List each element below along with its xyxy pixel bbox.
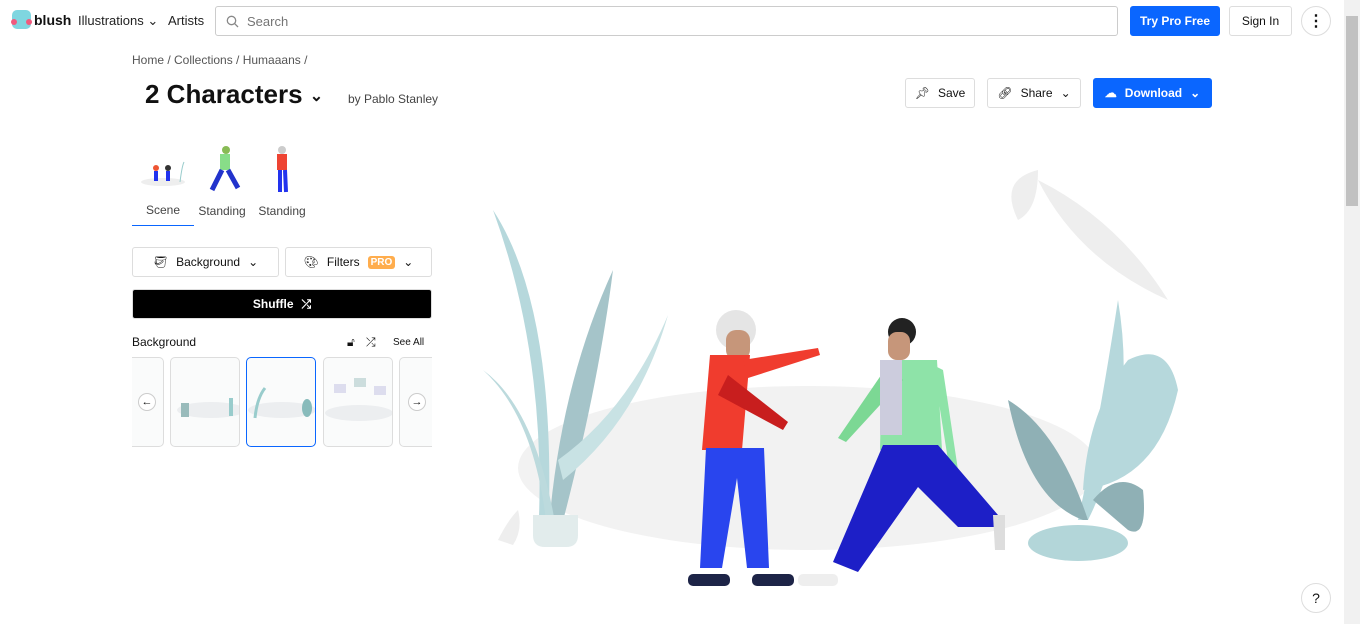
scrollbar-thumb[interactable]	[1346, 16, 1358, 206]
breadcrumb[interactable]: Home / Collections / Humaaans /	[132, 53, 307, 67]
shuffle-icon: ⤮	[301, 296, 312, 311]
top-nav: blush Illustrations ⌄ Artists Try Pro Fr…	[0, 0, 1344, 42]
shuffle-button[interactable]: Shuffle ⤮	[132, 289, 432, 319]
try-pro-button[interactable]: Try Pro Free	[1130, 6, 1220, 36]
shuffle-icon[interactable]: ⤮	[366, 335, 376, 350]
background-section-title: Background	[132, 335, 197, 349]
background-dropdown[interactable]: 🪣︎ Background ⌄	[132, 247, 279, 277]
arrow-right-icon[interactable]: →	[408, 393, 426, 411]
page-title[interactable]: 2 Characters ⌄	[145, 79, 323, 110]
search-input[interactable]	[247, 13, 1047, 29]
more-vertical-icon: ⋮	[1308, 13, 1324, 30]
background-carousel: ← →	[132, 357, 432, 449]
link-icon: 🔗︎	[997, 86, 1013, 100]
paint-bucket-icon: 🪣︎	[152, 255, 169, 269]
pro-badge: PRO	[367, 255, 396, 269]
character-thumbnail	[277, 146, 288, 193]
see-all-link[interactable]: See All	[393, 337, 424, 348]
sign-in-button[interactable]: Sign In	[1229, 6, 1292, 36]
chevron-down-icon: ⌄	[1060, 86, 1071, 100]
arrow-left-icon[interactable]: ←	[138, 393, 156, 411]
nav-illustrations[interactable]: Illustrations ⌄	[78, 13, 158, 29]
author-link[interactable]: by Pablo Stanley	[348, 92, 438, 106]
background-thumb-selected[interactable]	[246, 357, 316, 447]
tab-standing-2[interactable]: Standing	[251, 140, 313, 226]
chevron-down-icon: ⌄	[403, 255, 414, 269]
background-thumb[interactable]	[323, 357, 393, 447]
scene-thumbnail	[141, 161, 185, 186]
help-button[interactable]: ?	[1301, 583, 1331, 613]
character-thumbnail	[209, 146, 241, 192]
nav-artists[interactable]: Artists	[168, 13, 204, 28]
search-bar[interactable]	[215, 6, 1118, 36]
chevron-down-icon: ⌄	[248, 255, 259, 269]
background-thumb[interactable]	[170, 357, 240, 447]
share-button[interactable]: 🔗︎ Share ⌄	[987, 78, 1081, 108]
palette-icon: 🎨︎	[303, 255, 319, 269]
chevron-down-icon: ⌄	[1190, 86, 1201, 100]
tab-standing-1[interactable]: Standing	[191, 140, 253, 226]
illustration-canvas	[483, 170, 1178, 586]
pin-icon: 📌︎	[914, 86, 930, 100]
cloud-download-icon: ☁	[1104, 86, 1117, 100]
more-menu-button[interactable]: ⋮	[1301, 6, 1331, 36]
save-button[interactable]: 📌︎ Save	[905, 78, 975, 108]
lock-icon[interactable]: 🔓︎	[347, 335, 355, 350]
blush-logo[interactable]	[11, 10, 32, 29]
chevron-down-icon: ⌄	[309, 88, 324, 106]
chevron-down-icon: ⌄	[147, 13, 159, 28]
brand-name[interactable]: blush	[34, 12, 71, 28]
filters-dropdown[interactable]: 🎨︎ Filters PRO ⌄	[285, 247, 432, 277]
download-button[interactable]: ☁ Download ⌄	[1093, 78, 1212, 108]
search-icon	[226, 15, 239, 27]
tab-scene[interactable]: Scene	[132, 140, 194, 226]
